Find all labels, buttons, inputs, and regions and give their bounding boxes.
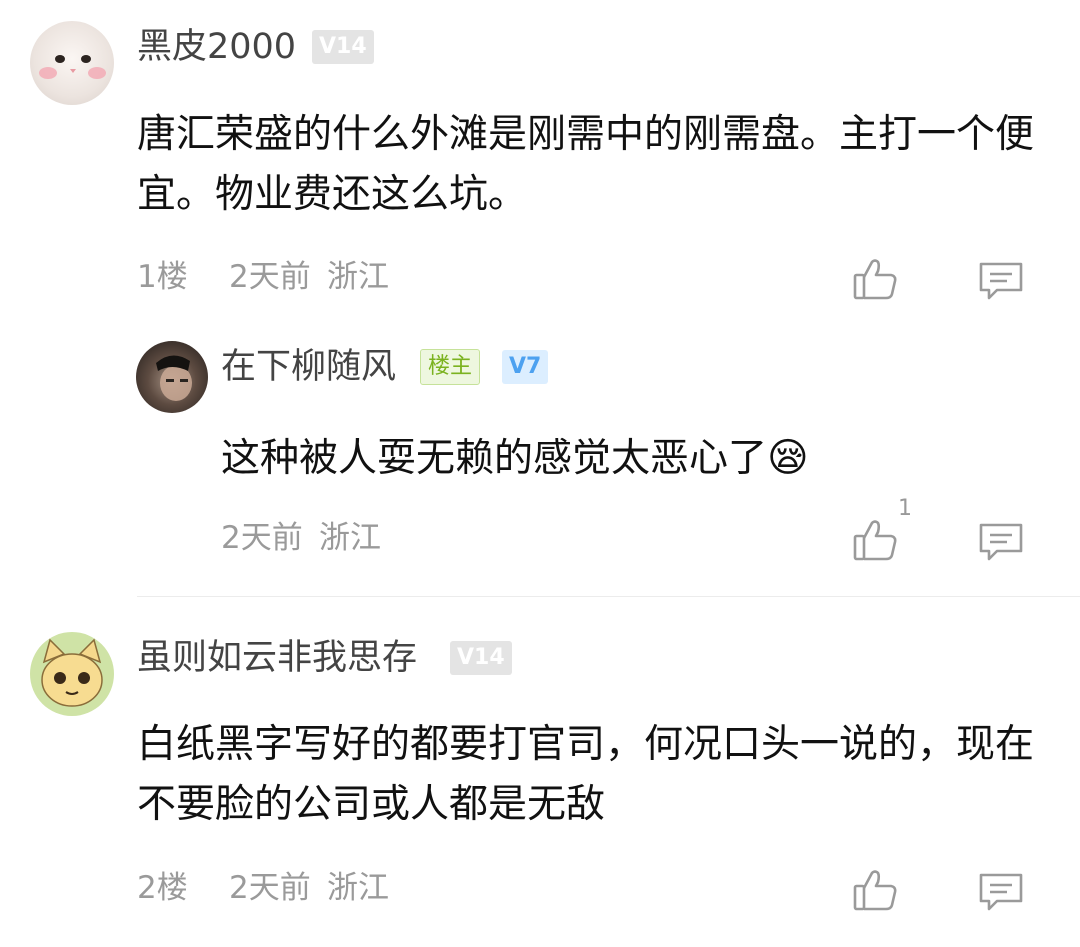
comment-icon[interactable] — [977, 871, 1025, 913]
floor-label: 2楼 — [137, 870, 188, 906]
timestamp: 2天前 — [229, 870, 311, 906]
thumbs-up-icon[interactable] — [852, 868, 898, 912]
timestamp: 2天前 — [229, 259, 311, 295]
thumbs-up-icon[interactable] — [852, 257, 898, 301]
comment-content: 白纸黑字写好的都要打官司，何况口头一说的，现在不要脸的公司或人都是无敌 — [137, 722, 1035, 827]
comment-icon[interactable] — [977, 521, 1025, 563]
location: 浙江 — [327, 259, 389, 295]
avatar[interactable] — [30, 632, 114, 716]
thumbs-up-icon[interactable] — [852, 518, 898, 562]
avatar[interactable] — [30, 21, 114, 105]
divider — [137, 596, 1080, 597]
reply-text: 这种被人耍无赖的感觉太恶心了 — [221, 436, 768, 481]
location: 浙江 — [319, 520, 381, 556]
level-badge: V14 — [450, 641, 512, 675]
reply-content: 这种被人耍无赖的感觉太恶心了😪 — [221, 428, 809, 489]
avatar[interactable] — [136, 341, 208, 413]
floor-label: 1楼 — [137, 259, 188, 295]
sleepy-face-emoji: 😪 — [767, 435, 809, 481]
username[interactable]: 在下柳随风 — [221, 350, 396, 385]
username[interactable]: 黑皮2000 — [137, 30, 296, 65]
like-count: 1 — [898, 496, 912, 521]
level-badge: V14 — [312, 30, 374, 64]
location: 浙江 — [327, 870, 389, 906]
level-badge: V7 — [502, 350, 549, 384]
username[interactable]: 虽则如云非我思存 — [137, 641, 417, 676]
comment-icon[interactable] — [977, 260, 1025, 302]
timestamp: 2天前 — [221, 520, 303, 556]
owner-badge: 楼主 — [420, 349, 481, 385]
comment-content: 唐汇荣盛的什么外滩是刚需中的刚需盘。主打一个便宜。物业费还这么坑。 — [137, 112, 1035, 217]
